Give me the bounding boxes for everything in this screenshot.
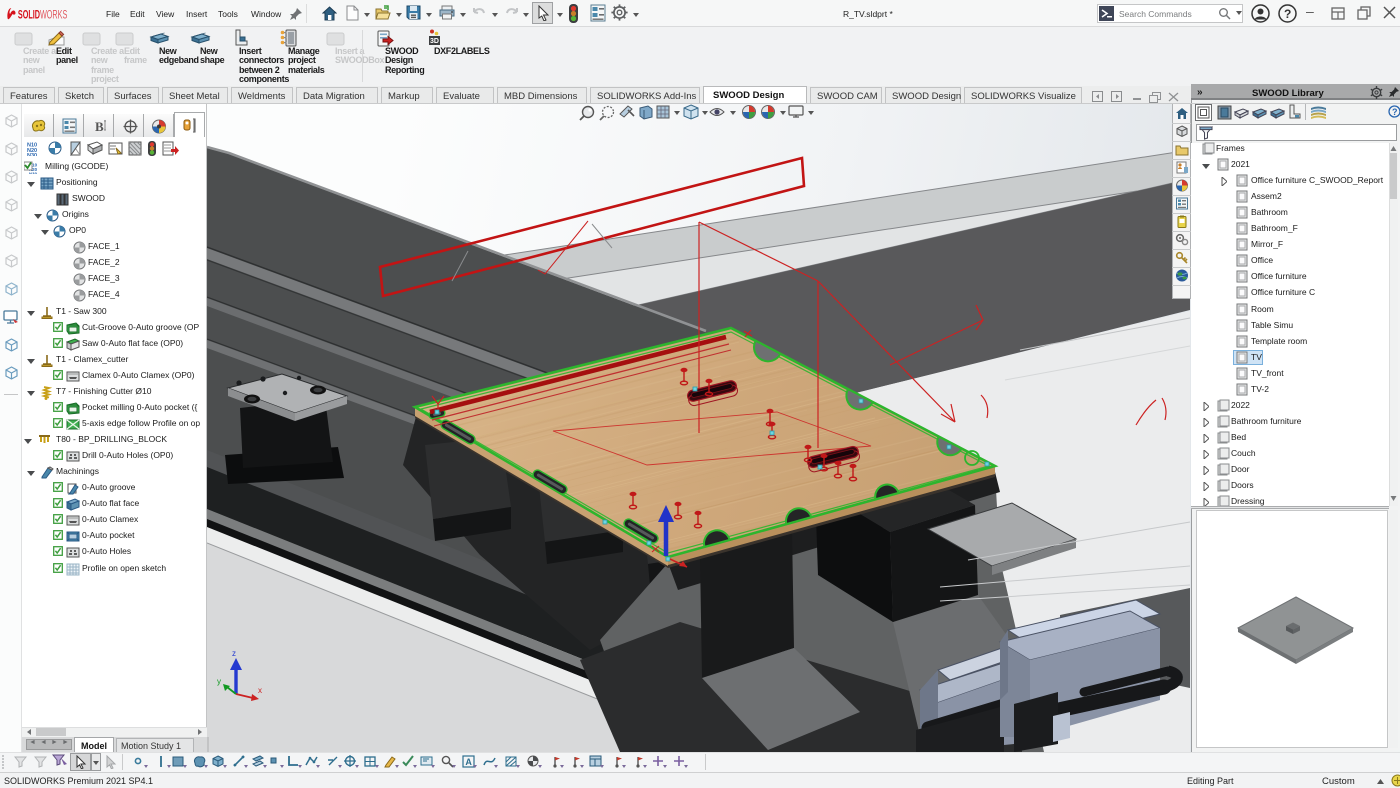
svg-text:SOLIDWORKS: SOLIDWORKS [18,9,68,22]
svg-text:x: x [258,686,262,695]
svg-text:z: z [232,649,236,658]
svg-text:?: ? [1392,107,1398,117]
svg-text:N30: N30 [27,153,37,156]
svg-text:Β: Β [95,119,104,134]
svg-text:y: y [217,677,221,686]
svg-text:?: ? [1284,7,1291,21]
svg-text:N30: N30 [29,172,38,175]
svg-text:3D: 3D [430,38,439,45]
